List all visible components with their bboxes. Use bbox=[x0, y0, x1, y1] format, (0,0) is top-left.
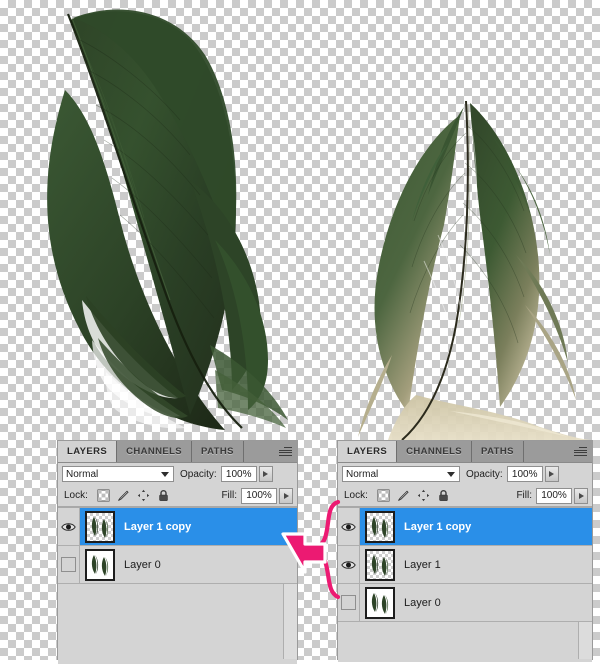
panel-tabbar: LAYERS CHANNELS PATHS bbox=[58, 441, 297, 463]
lock-position-icon[interactable] bbox=[417, 489, 430, 502]
layer-thumbnail bbox=[365, 548, 395, 581]
fill-slider-button[interactable] bbox=[279, 487, 293, 504]
tab-paths[interactable]: PATHS bbox=[472, 441, 524, 462]
layer-thumbnail bbox=[85, 510, 115, 543]
fill-value: 100% bbox=[246, 490, 272, 501]
panel-menu-icon[interactable] bbox=[568, 441, 592, 462]
layer-thumbnail bbox=[365, 586, 395, 619]
blend-opacity-row: Normal Opacity: 100% bbox=[338, 463, 592, 485]
layer-thumbnail-cell[interactable] bbox=[360, 548, 400, 581]
layer-name: Layer 1 copy bbox=[124, 520, 192, 533]
lock-row: Lock: Fill: 100% bbox=[58, 485, 297, 507]
eye-icon bbox=[341, 558, 356, 572]
layer-visibility-toggle[interactable] bbox=[338, 508, 360, 545]
layer-visibility-toggle[interactable] bbox=[58, 508, 80, 545]
opacity-slider-button[interactable] bbox=[544, 466, 559, 482]
layer-thumbnail-cell[interactable] bbox=[80, 510, 120, 543]
fill-input[interactable]: 100% bbox=[536, 487, 572, 504]
tab-layers[interactable]: LAYERS bbox=[58, 441, 118, 462]
lock-label: Lock: bbox=[64, 490, 88, 501]
tabbar-filler bbox=[523, 441, 568, 462]
layer-thumbnail bbox=[85, 548, 115, 581]
layer-row[interactable]: Layer 1 bbox=[338, 546, 592, 584]
fill-input[interactable]: 100% bbox=[241, 487, 277, 504]
layer-name: Layer 0 bbox=[404, 596, 441, 609]
panel-menu-icon[interactable] bbox=[273, 441, 297, 462]
fill-label: Fill: bbox=[221, 490, 237, 501]
layer-thumbnail-cell[interactable] bbox=[360, 510, 400, 543]
lock-transparent-pixels-icon[interactable] bbox=[377, 489, 390, 502]
opacity-label: Opacity: bbox=[180, 468, 217, 480]
feather-image-right bbox=[320, 55, 595, 441]
layer-row[interactable]: Layer 1 copy bbox=[338, 508, 592, 546]
opacity-slider-button[interactable] bbox=[258, 466, 273, 482]
opacity-label: Opacity: bbox=[466, 468, 503, 480]
layers-panel-after[interactable]: LAYERS CHANNELS PATHS Normal Opacity: 10… bbox=[337, 440, 593, 662]
layer-list-empty-area bbox=[58, 584, 297, 664]
layer-row[interactable]: Layer 0 bbox=[338, 584, 592, 622]
lock-all-icon[interactable] bbox=[437, 489, 450, 502]
lock-position-icon[interactable] bbox=[137, 489, 150, 502]
eye-icon-hidden bbox=[61, 557, 76, 572]
lock-transparent-pixels-icon[interactable] bbox=[97, 489, 110, 502]
eye-icon bbox=[61, 520, 76, 534]
fill-slider-button[interactable] bbox=[574, 487, 588, 504]
panel-tabbar: LAYERS CHANNELS PATHS bbox=[338, 441, 592, 463]
blend-mode-value: Normal bbox=[346, 468, 379, 480]
layer-thumbnail bbox=[365, 510, 395, 543]
lock-image-pixels-icon[interactable] bbox=[397, 489, 410, 502]
blend-opacity-row: Normal Opacity: 100% bbox=[58, 463, 297, 485]
layer-visibility-toggle[interactable] bbox=[58, 546, 80, 583]
chevron-down-icon bbox=[447, 472, 455, 477]
layer-list-empty-area bbox=[338, 622, 592, 662]
lock-icon-group bbox=[97, 489, 170, 502]
tab-layers[interactable]: LAYERS bbox=[338, 441, 398, 462]
lock-all-icon[interactable] bbox=[157, 489, 170, 502]
layer-visibility-toggle[interactable] bbox=[338, 584, 360, 621]
layer-name: Layer 1 copy bbox=[404, 520, 472, 533]
layer-list[interactable]: Layer 1 copy Layer 0 bbox=[58, 507, 297, 664]
opacity-value: 100% bbox=[225, 468, 252, 480]
lock-icon-group bbox=[377, 489, 450, 502]
tab-paths[interactable]: PATHS bbox=[192, 441, 244, 462]
opacity-input[interactable]: 100% bbox=[506, 466, 543, 482]
layer-thumbnail-cell[interactable] bbox=[80, 548, 120, 581]
blend-mode-select[interactable]: Normal bbox=[62, 466, 174, 482]
lock-label: Lock: bbox=[344, 490, 368, 501]
tab-channels[interactable]: CHANNELS bbox=[397, 441, 473, 462]
eye-icon-hidden bbox=[341, 595, 356, 610]
opacity-value: 100% bbox=[511, 468, 538, 480]
lock-image-pixels-icon[interactable] bbox=[117, 489, 130, 502]
eye-icon bbox=[341, 520, 356, 534]
layer-visibility-toggle[interactable] bbox=[338, 546, 360, 583]
blend-mode-value: Normal bbox=[66, 468, 99, 480]
layer-row[interactable]: Layer 0 bbox=[58, 546, 297, 584]
tabbar-filler bbox=[243, 441, 273, 462]
feather-image-left bbox=[10, 0, 300, 430]
layer-name: Layer 0 bbox=[124, 558, 161, 571]
chevron-down-icon bbox=[161, 472, 169, 477]
fill-value: 100% bbox=[541, 490, 567, 501]
layer-name: Layer 1 bbox=[404, 558, 441, 571]
blend-mode-select[interactable]: Normal bbox=[342, 466, 460, 482]
fill-label: Fill: bbox=[516, 490, 532, 501]
opacity-input[interactable]: 100% bbox=[220, 466, 257, 482]
layer-thumbnail-cell[interactable] bbox=[360, 586, 400, 619]
lock-row: Lock: Fill: 100% bbox=[338, 485, 592, 507]
layer-row[interactable]: Layer 1 copy bbox=[58, 508, 297, 546]
layers-panel-before[interactable]: LAYERS CHANNELS PATHS Normal Opacity: 10… bbox=[57, 440, 298, 664]
layer-list[interactable]: Layer 1 copy Layer 1 Layer 0 bbox=[338, 507, 592, 662]
tab-channels[interactable]: CHANNELS bbox=[117, 441, 193, 462]
